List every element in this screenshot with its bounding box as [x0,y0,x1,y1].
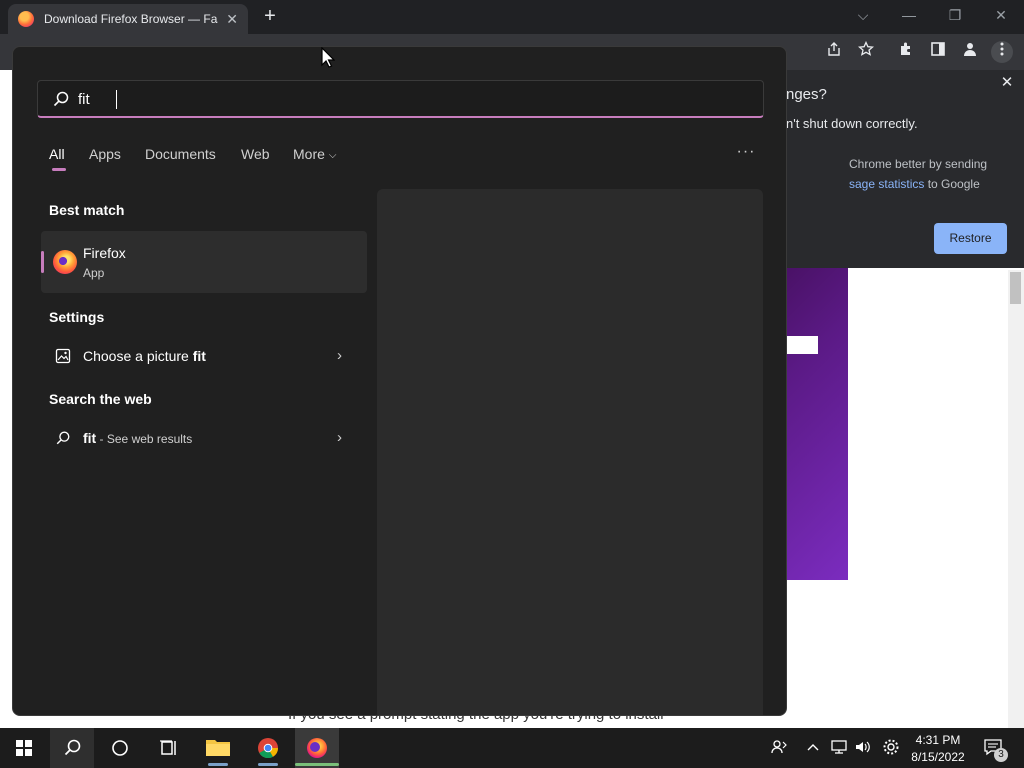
people-icon[interactable] [770,738,788,759]
bubble-option-text: Chrome better by sending [849,157,988,171]
firefox-favicon-icon [18,11,34,27]
firefox-app-icon [53,250,77,274]
chevron-right-icon[interactable]: › [337,429,342,446]
section-search-the-web: Search the web [49,391,152,407]
filter-tab-all[interactable]: All [49,146,65,162]
taskbar-search-button[interactable] [50,728,94,768]
bubble-option-suffix: to Google [924,177,980,191]
share-icon[interactable] [823,41,845,63]
restore-window-button[interactable]: ❐ [940,2,970,28]
profile-icon[interactable] [959,41,981,63]
best-match-type: App [83,266,105,280]
preview-pane [377,189,763,715]
firefox-taskbar-button[interactable] [295,728,339,768]
bubble-close-icon[interactable]: ✕ [998,74,1016,92]
chevron-down-icon: ⌵ [328,149,337,161]
gear-icon[interactable] [882,738,900,759]
mouse-cursor-icon [321,46,336,69]
bubble-description: n't shut down correctly. [786,116,918,131]
banner-input [786,336,818,354]
search-input[interactable] [78,88,738,110]
network-icon[interactable] [830,738,848,759]
filter-tab-more[interactable]: More ⌵ [293,146,337,162]
running-indicator [295,763,339,766]
best-match-name: Firefox [83,245,126,261]
web-result-query: fit [83,430,97,446]
web-result-fit[interactable]: fit - See web results › [41,421,367,457]
text-caret [116,90,117,109]
search-box[interactable] [37,80,764,118]
clock-date[interactable]: 8/15/2022 [908,750,968,764]
minimize-button[interactable]: — [894,2,924,28]
clock-time[interactable]: 4:31 PM [908,733,968,747]
active-tab-indicator [52,168,66,171]
filter-tab-documents[interactable]: Documents [145,146,216,162]
task-view-button[interactable] [146,728,190,768]
settings-result-prefix: Choose a picture [83,348,193,364]
running-indicator [208,763,228,766]
cortana-button[interactable] [98,728,142,768]
web-result-suffix: - See web results [96,432,193,446]
section-settings: Settings [49,309,105,325]
restore-button[interactable]: Restore [934,223,1007,254]
chevron-up-icon[interactable] [806,738,820,759]
web-result-label: fit - See web results [83,430,192,446]
star-icon[interactable] [855,40,877,63]
best-match-firefox[interactable]: Firefox App [41,231,367,293]
start-search-panel: All Apps Documents Web More⌵ ··· Best ma… [12,46,787,716]
tab-search-chevron-icon[interactable]: ⌵ [848,2,878,28]
page-scrollbar[interactable] [1008,270,1024,728]
menu-icon[interactable] [991,41,1013,63]
scrollbar-thumb[interactable] [1010,272,1021,304]
new-tab-button[interactable]: + [259,5,281,27]
bubble-option-text-2: sage statistics to Google [849,177,980,191]
tab-title: Download Firefox Browser — Fast [44,12,219,26]
browser-tab[interactable]: Download Firefox Browser — Fast ✕ [8,4,248,34]
search-icon [55,430,73,448]
more-options-icon[interactable]: ··· [735,143,757,161]
file-explorer-button[interactable] [196,728,240,768]
section-best-match: Best match [49,202,125,218]
filter-tab-apps[interactable]: Apps [89,146,121,162]
settings-result-label: Choose a picture fit [83,348,206,364]
notification-count-badge: 3 [994,748,1008,762]
volume-icon[interactable] [854,738,872,759]
usage-statistics-link[interactable]: sage statistics [849,177,924,191]
chrome-button[interactable] [246,728,290,768]
filter-tab-web[interactable]: Web [241,146,270,162]
filter-tab-more-label: More [293,146,325,162]
search-icon [52,90,70,108]
settings-result-match: fit [192,348,206,364]
picture-icon [55,348,73,366]
running-indicator [258,763,278,766]
tab-close-icon[interactable]: ✕ [226,11,238,28]
chevron-right-icon[interactable]: › [337,347,342,364]
start-button[interactable] [2,728,46,768]
extensions-icon[interactable] [895,41,917,63]
settings-result-choose-picture-fit[interactable]: Choose a picture fit › [41,339,367,375]
close-window-button[interactable]: ✕ [986,2,1016,28]
bubble-title: nges? [786,86,827,103]
selection-indicator [41,251,44,273]
sidepanel-icon[interactable] [927,41,949,63]
